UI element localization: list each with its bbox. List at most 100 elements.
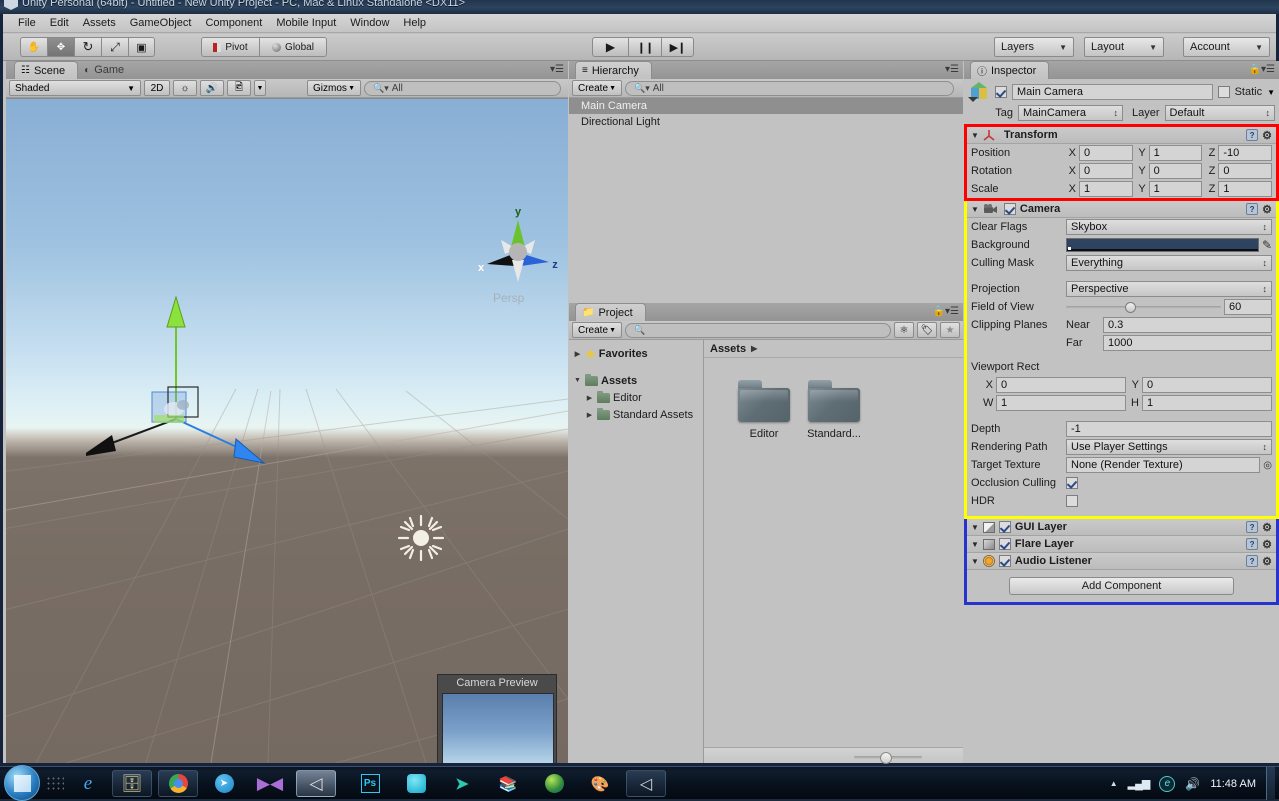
volume-icon[interactable]: 🔊 [1185,777,1200,791]
taskbar-browser-green[interactable] [534,770,574,797]
network-icon[interactable]: ▂▄▆ [1128,777,1151,790]
scale-tool-button[interactable]: ⤢ [101,37,128,57]
chevron-down-icon[interactable]: ▼ [971,557,979,566]
tab-hierarchy[interactable]: ≡ Hierarchy [575,61,652,79]
static-checkbox[interactable] [1217,86,1230,98]
tab-inspector[interactable]: ⓘ Inspector [970,61,1050,79]
gear-icon[interactable]: ⚙ [1262,521,1272,534]
effects-dropdown-icon[interactable]: ▼ [254,80,266,96]
help-icon[interactable]: ? [1246,538,1259,550]
tab-project[interactable]: 📁 Project [575,303,646,321]
audio-listener-enabled-checkbox[interactable] [998,555,1011,567]
help-icon[interactable]: ? [1246,555,1259,567]
rect-tool-button[interactable]: ▣ [128,37,155,57]
account-dropdown[interactable]: Account ▼ [1183,37,1270,57]
gui-layer-header[interactable]: ▼ GUI Layer ? ⚙ [967,519,1276,536]
projection-dropdown[interactable]: Perspective ↕ [1066,281,1272,297]
tab-scene[interactable]: ☷ Scene [14,61,79,79]
flare-layer-enabled-checkbox[interactable] [998,538,1011,550]
viewport-y-field[interactable]: 0 [1142,377,1272,393]
field-of-view-slider[interactable] [1066,300,1221,314]
rotation-x-field[interactable]: 0 [1079,163,1133,179]
taskbar-unity-window[interactable]: ◁ [626,770,666,797]
taskbar-app-teal[interactable]: ➤ [442,770,482,797]
image-icon[interactable]: 🖻 [227,80,251,96]
menu-edit[interactable]: Edit [43,15,76,31]
help-icon[interactable]: ? [1246,521,1259,533]
slider-thumb[interactable] [1124,302,1136,313]
rendering-path-dropdown[interactable]: Use Player Settings ↕ [1066,439,1272,455]
hdr-checkbox[interactable] [1066,495,1078,507]
zoom-slider-thumb[interactable] [880,752,893,764]
viewport-x-field[interactable]: 0 [996,377,1126,393]
taskbar-app-blue[interactable] [396,770,436,797]
tab-game[interactable]: ◐ Game [78,61,136,79]
scale-y-field[interactable]: 1 [1148,181,1203,197]
hand-tool-button[interactable]: ✋ [20,37,47,57]
toggle-2d-button[interactable]: 2D [144,80,170,96]
project-tree-assets[interactable]: ▼ Assets [569,372,703,389]
chevron-down-icon[interactable]: ▼ [971,205,979,214]
depth-field[interactable]: -1 [1066,421,1272,437]
tray-expand-icon[interactable]: ▲ [1110,779,1118,788]
background-color-field[interactable] [1066,238,1259,252]
scale-z-field[interactable]: 1 [1218,181,1273,197]
project-tree-editor[interactable]: ▶ Editor [569,389,703,406]
start-button[interactable] [4,765,40,801]
taskbar-telegram[interactable]: ➤ [204,770,244,797]
menu-file[interactable]: File [11,15,43,31]
taskbar-paint[interactable]: 🎨 [580,770,620,797]
clear-flags-dropdown[interactable]: Skybox ↕ [1066,219,1272,235]
sun-icon[interactable]: ☼ [173,80,197,96]
chevron-down-icon[interactable]: ▼ [971,523,979,532]
favorites-filter-icon[interactable]: ★ [940,322,960,338]
occlusion-culling-checkbox[interactable] [1066,477,1078,489]
gizmos-dropdown[interactable]: Gizmos ▼ [307,80,361,96]
gear-icon[interactable]: ⚙ [1262,555,1272,568]
shading-mode-dropdown[interactable]: Shaded ▼ [9,80,141,96]
viewport-h-field[interactable]: 1 [1142,395,1272,411]
chevron-down-icon[interactable]: ▼ [971,131,979,140]
camera-enabled-checkbox[interactable] [1003,203,1016,215]
scale-x-field[interactable]: 1 [1079,181,1133,197]
object-name-field[interactable]: Main Camera [1012,84,1213,100]
chevron-down-icon[interactable]: ▼ [971,540,979,549]
menu-mobile-input[interactable]: Mobile Input [269,15,343,31]
object-enabled-checkbox[interactable] [995,86,1007,98]
gear-icon[interactable]: ⚙ [1262,129,1272,142]
taskbar-internet-explorer[interactable]: e [68,770,108,797]
hierarchy-item-main-camera[interactable]: Main Camera [569,98,963,114]
quick-launch-handle[interactable] [46,776,64,792]
camera-header[interactable]: ▼ Camera ? ⚙ [967,201,1276,218]
add-component-button[interactable]: Add Component [1009,577,1234,595]
project-create-button[interactable]: Create ▼ [572,322,622,338]
project-tree-standard-assets[interactable]: ▶ Standard Assets [569,406,703,423]
menu-help[interactable]: Help [396,15,433,31]
taskbar-photoshop[interactable]: Ps [350,770,390,797]
position-y-field[interactable]: 1 [1148,145,1203,161]
position-z-field[interactable]: -10 [1218,145,1273,161]
filter-by-type-icon[interactable]: ⚛ [894,322,914,338]
project-tree-favorites[interactable]: ▶ ★ Favorites [569,345,703,362]
clock[interactable]: 11:48 AM [1210,778,1256,790]
taskbar-chrome[interactable] [158,770,198,797]
taskbar-media-player[interactable]: ▶◀ [250,770,290,797]
show-desktop-button[interactable] [1266,767,1275,800]
play-button[interactable]: ▶ [592,37,628,57]
layers-dropdown[interactable]: Layers ▼ [994,37,1074,57]
help-icon[interactable]: ? [1246,129,1259,141]
hierarchy-item-directional-light[interactable]: Directional Light [569,114,963,130]
move-tool-button[interactable]: ✥ [47,37,74,57]
menu-window[interactable]: Window [343,15,396,31]
hierarchy-search-input[interactable]: 🔍▾ All [625,80,954,96]
rotation-z-field[interactable]: 0 [1218,163,1273,179]
pause-button[interactable]: ❙❙ [628,37,661,57]
project-zoom-slider[interactable] [704,747,963,764]
scene-viewport[interactable]: y x z Persp Camera Preview [6,99,568,763]
help-icon[interactable]: ? [1246,203,1259,215]
gui-layer-enabled-checkbox[interactable] [998,521,1011,533]
inspector-panel-menu-icon[interactable]: 🔒▾☰ [1249,64,1275,75]
rotation-y-field[interactable]: 0 [1148,163,1203,179]
tag-dropdown[interactable]: MainCamera ↕ [1018,105,1123,121]
layout-dropdown[interactable]: Layout ▼ [1084,37,1164,57]
